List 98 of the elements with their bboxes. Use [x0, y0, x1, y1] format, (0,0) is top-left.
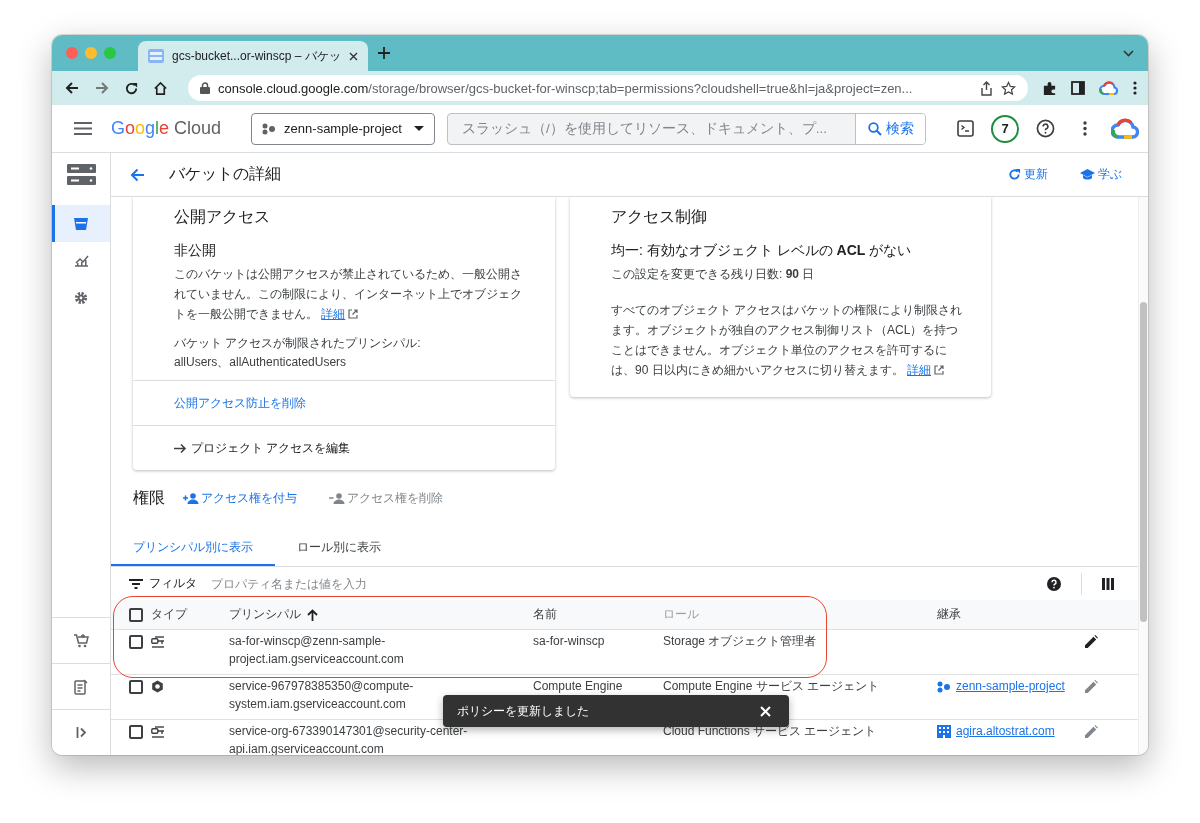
access-status: 均一: 有効なオブジェクト レベルの ACL がない [611, 242, 913, 260]
back-icon[interactable] [64, 80, 80, 96]
share-icon[interactable] [980, 80, 993, 96]
sidebar-item[interactable] [52, 205, 110, 242]
home-icon[interactable] [153, 80, 168, 96]
external-link-icon [934, 365, 944, 375]
chart-icon [73, 254, 89, 267]
column-header: 継承 [937, 606, 961, 623]
star-icon[interactable] [1001, 80, 1016, 96]
learn-more-link[interactable]: 詳細 [907, 363, 944, 377]
browser-tab[interactable]: gcs-bucket...or-winscp – バケッ [138, 41, 368, 71]
reload-icon[interactable] [124, 80, 139, 96]
puzzle-icon[interactable] [1042, 80, 1057, 96]
help-icon[interactable] [1047, 576, 1061, 591]
side-panel-icon[interactable] [1071, 81, 1085, 95]
project-icon [262, 122, 277, 135]
sort-ascending-icon [307, 608, 318, 621]
filter-icon[interactable] [129, 578, 143, 589]
notification-count[interactable]: 7 [991, 114, 1020, 143]
external-link-icon [348, 309, 359, 319]
section-title: 権限 [133, 487, 165, 508]
column-header[interactable]: プリンシパル [229, 606, 318, 623]
column-header: 名前 [533, 606, 557, 623]
checkbox[interactable] [129, 679, 143, 694]
column-header: ロール [663, 606, 699, 623]
menu-icon[interactable] [1133, 81, 1137, 95]
cart-icon [73, 633, 89, 648]
refresh-button[interactable]: 更新 [1008, 166, 1048, 183]
access-status: 非公開 [174, 242, 217, 260]
principal-cell: service-org-673390147301@security-center-api.iam.gserviceaccount.com [229, 724, 468, 755]
service-account-icon [151, 635, 164, 648]
help-icon[interactable] [1035, 119, 1055, 138]
terminal-icon[interactable] [956, 120, 974, 137]
person-add-icon [183, 492, 199, 504]
bucket-favicon-icon [148, 49, 164, 63]
column-header: タイプ [151, 606, 187, 623]
google-cloud-logo[interactable]: Google Cloud [111, 118, 222, 139]
address-bar[interactable]: console.cloud.google.com/storage/browser/gcs-bucket-for-winscp;tab=permissions?cloudshell=true&hl=ja&project=zen... [188, 75, 1028, 101]
scrollbar[interactable] [1138, 197, 1148, 755]
learn-more-link[interactable]: 詳細 [321, 307, 359, 321]
grant-access-button[interactable]: アクセス権を付与 [183, 489, 297, 507]
bucket-icon [74, 217, 88, 230]
expand-icon [75, 727, 87, 738]
service-account-icon [151, 725, 164, 738]
service-agent-icon [151, 680, 164, 693]
principals-label: バケット アクセスが制限されたプリンシパル: [174, 335, 422, 352]
learn-button[interactable]: 学ぶ [1080, 166, 1122, 183]
notes-icon [74, 678, 88, 695]
edit-icon[interactable] [1084, 635, 1098, 648]
checkbox[interactable] [129, 607, 143, 622]
filter-label: フィルタ [149, 575, 197, 592]
project-icon [937, 680, 951, 693]
url-text: console.cloud.google.com/storage/browser/gcs-bucket-for-winscp;tab=permissions?cloudshell=true&hl=ja&project=zen... [218, 80, 913, 96]
google-cloud-icon[interactable] [1111, 117, 1140, 140]
storage-server-icon [66, 164, 96, 185]
inheritance-link[interactable]: zenn-sample-project [937, 677, 1065, 696]
card-title: アクセス制御 [611, 207, 708, 227]
checkbox[interactable] [129, 634, 143, 649]
view-tab[interactable]: ロール別に表示 [275, 531, 403, 566]
page-title: バケットの詳細 [169, 164, 282, 184]
graduation-cap-icon [1080, 169, 1095, 180]
search-icon [867, 121, 882, 136]
dropdown-caret-icon [414, 126, 425, 131]
toast-message: ポリシーを更新しました [457, 702, 590, 720]
principal-cell: service-967978385350@compute-system.iam.gserviceaccount.com [229, 679, 414, 711]
refresh-icon [1008, 168, 1021, 181]
role-cell-text: Storage オブジェクト管理者 [663, 633, 817, 650]
chevron-down-icon[interactable] [1123, 49, 1134, 57]
inheritance-link[interactable]: agira.altostrat.com [937, 722, 1055, 741]
project-selector[interactable]: zenn-sample-project [251, 112, 436, 145]
card-description: すべてのオブジェクト アクセスはバケットの権限により制限されます。オブジェクトが独自のアクセス制御リスト（ACL）を持つことはできません。オブジェクト単位のアクセスを許可するには、90 日以内にきめ細かいアクセスに切り替えます。 詳細 [611, 302, 964, 379]
edit-project-access-link[interactable]: プロジェクト アクセスを編集 [191, 439, 351, 457]
forward-icon[interactable] [94, 80, 110, 96]
days-remaining: この設定を変更できる残り日数: 90 日 [611, 266, 816, 283]
menu-icon[interactable] [74, 122, 92, 135]
checkbox[interactable] [129, 724, 143, 739]
card-title: 公開アクセス [174, 207, 271, 227]
name-cell-text: Compute Engine [533, 678, 623, 695]
principals-list: allUsers、allAuthenticatedUsers [174, 353, 531, 372]
card-description: このバケットは公開アクセスが禁止されているため、一般公開されていません。この制限により、インターネット上でオブジェクトを一般公開できません。 詳細 [174, 266, 523, 323]
building-icon [937, 725, 951, 738]
name-cell-text: sa-for-winscp [533, 633, 605, 650]
search-field[interactable]: スラッシュ（/）を使用してリソース、ドキュメント、プ... 検索 [447, 112, 927, 145]
settings-icon [74, 290, 88, 305]
person-remove-icon [329, 492, 345, 504]
lock-icon [200, 82, 210, 94]
role-cell-text: Compute Engine サービス エージェント [663, 678, 880, 695]
view-tab[interactable]: プリンシパル別に表示 [111, 531, 275, 566]
more-icon[interactable] [1083, 121, 1088, 136]
search-button[interactable]: 検索 [855, 113, 926, 144]
close-icon[interactable] [348, 51, 358, 61]
profile-cloud-icon[interactable] [1099, 80, 1119, 96]
principal-cell: sa-for-winscp@zenn-sample-project.iam.gserviceaccount.com [229, 634, 404, 666]
tab-title: gcs-bucket...or-winscp – バケッ [172, 47, 341, 65]
arrow-right-icon [174, 442, 187, 454]
new-tab-icon[interactable] [377, 47, 390, 59]
remove-prevention-link[interactable]: 公開アクセス防止を削除 [174, 394, 306, 412]
columns-icon[interactable] [1102, 577, 1114, 590]
